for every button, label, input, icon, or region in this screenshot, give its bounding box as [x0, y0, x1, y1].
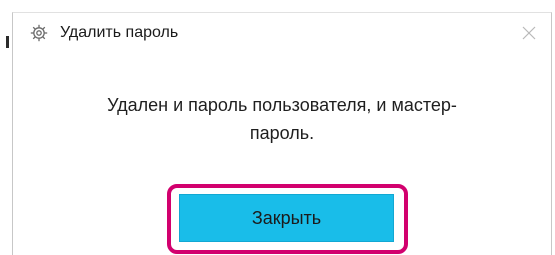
background-window-edge — [0, 0, 12, 255]
close-icon[interactable] — [519, 23, 539, 43]
dialog-message: Удален и пароль пользователя, и мастер- … — [53, 91, 511, 147]
message-line-1: Удален и пароль пользователя, и мастер- — [107, 95, 457, 115]
dialog-title: Удалить пароль — [60, 24, 179, 41]
dialog-window: Удалить пароль Удален и пароль пользоват… — [12, 12, 552, 255]
message-line-2: пароль. — [249, 123, 315, 143]
close-button[interactable]: Закрыть — [179, 194, 394, 242]
gear-icon — [30, 24, 48, 42]
background-glyph — [6, 36, 9, 48]
dialog-titlebar: Удалить пароль — [13, 13, 551, 53]
screen: Удалить пароль Удален и пароль пользоват… — [0, 0, 555, 255]
